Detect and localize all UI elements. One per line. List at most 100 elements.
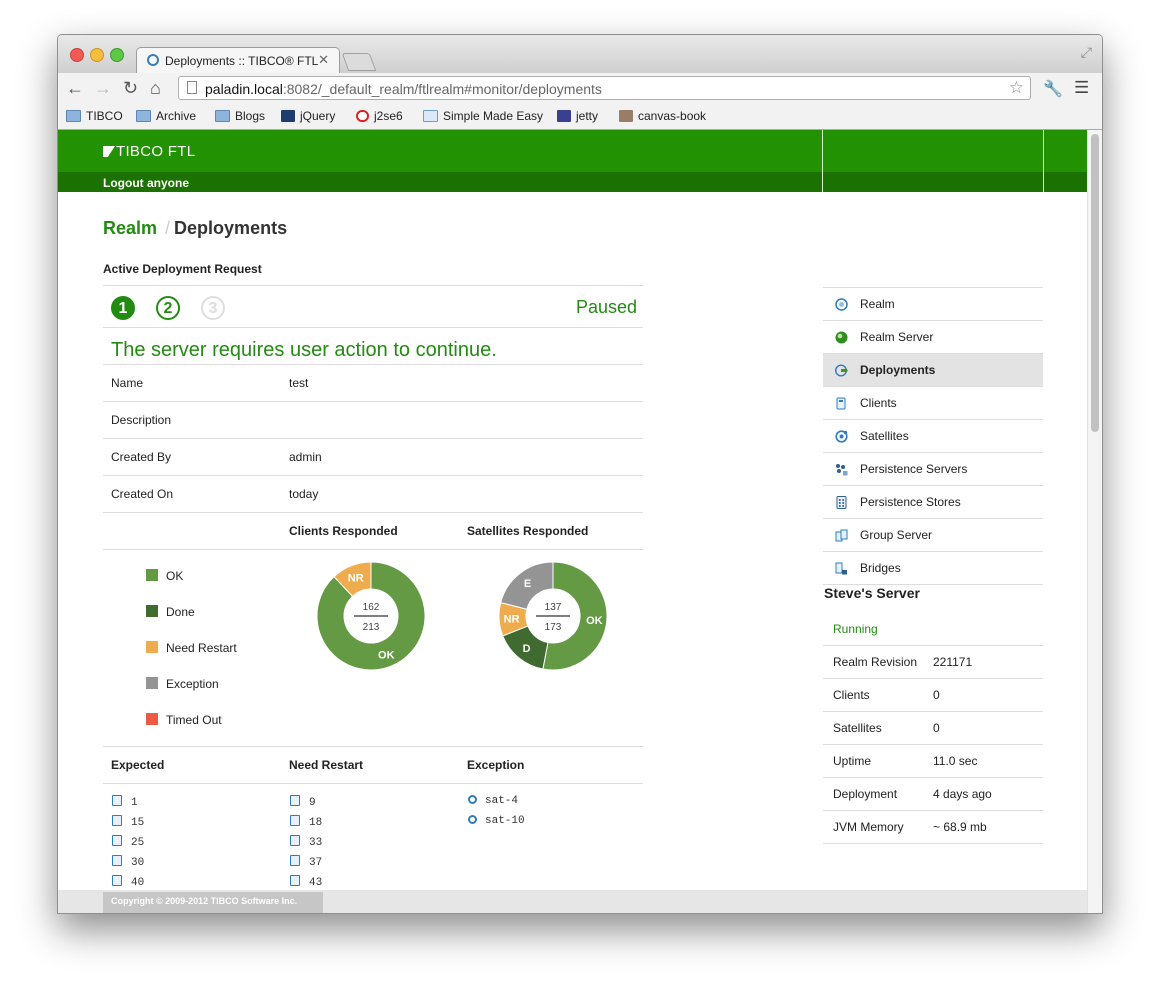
legend-label-ok: OK	[166, 569, 184, 583]
sidebar-item-bridges[interactable]: Bridges	[823, 552, 1043, 584]
scrollbar-thumb[interactable]	[1091, 134, 1099, 432]
page-footer: Copyright © 2009-2012 TIBCO Software Inc…	[58, 890, 1087, 913]
sidebar-item-deployments[interactable]: Deployments	[823, 354, 1043, 386]
server-value-clients: 0	[933, 688, 940, 702]
bookmark-j2se6[interactable]: j2se6	[356, 109, 403, 123]
back-icon[interactable]: ←	[66, 78, 84, 98]
satellite-icon	[468, 815, 477, 824]
bookmark-tibco[interactable]: TIBCO	[66, 109, 123, 123]
forward-icon[interactable]: →	[94, 78, 112, 98]
divider	[103, 746, 643, 747]
browser-tab[interactable]: Deployments :: TIBCO® FTL ✕	[136, 47, 340, 74]
satellites-icon	[835, 430, 848, 443]
legend-swatch-need-restart	[146, 641, 158, 653]
donut-slice-label-e: E	[524, 578, 531, 590]
canvas-book-icon	[619, 110, 633, 122]
sidebar-item-label: Realm	[860, 297, 895, 311]
close-window-button[interactable]	[70, 48, 84, 62]
folder-icon	[136, 110, 151, 122]
legend-label-done: Done	[166, 605, 195, 619]
bookmark-star-icon[interactable]: ☆	[1009, 78, 1024, 98]
reload-icon[interactable]: ↻	[123, 78, 138, 98]
server-title: Steve's Server	[824, 585, 920, 601]
sidebar-item-group-server[interactable]: Group Server	[823, 519, 1043, 551]
bookmark-jquery[interactable]: jQuery	[281, 109, 335, 123]
copyright-box: Copyright © 2009-2012 TIBCO Software Inc…	[103, 892, 323, 913]
vertical-scrollbar[interactable]	[1087, 130, 1102, 913]
server-label-uptime: Uptime	[833, 754, 872, 768]
bookmark-blogs[interactable]: Blogs	[215, 109, 265, 123]
expected-client-item[interactable]: 1	[112, 795, 138, 809]
action-message: The server requires user action to conti…	[111, 339, 497, 361]
header-divider	[1043, 130, 1044, 192]
bookmark-canvas-book[interactable]: canvas-book	[619, 109, 706, 123]
sidebar-item-label: Deployments	[860, 363, 936, 377]
server-label-clients: Clients	[833, 688, 870, 702]
url-text: paladin.local:8082/_default_realm/ftlrea…	[205, 81, 602, 97]
need-restart-client-item[interactable]: 33	[290, 835, 322, 849]
tab-title: Deployments :: TIBCO® FTL	[165, 54, 319, 68]
exception-satellite-item[interactable]: sat-4	[468, 795, 518, 807]
fullscreen-icon[interactable]: ⤢	[1081, 44, 1092, 61]
donut-slice-label-nr: NR	[504, 614, 520, 626]
folder-icon	[215, 110, 230, 122]
close-tab-icon[interactable]: ✕	[318, 52, 329, 68]
server-status: Running	[833, 622, 878, 636]
client-icon	[112, 875, 122, 886]
divider	[103, 512, 643, 513]
sidebar-item-clients[interactable]: Clients	[823, 387, 1043, 419]
exception-satellite-item[interactable]: sat-10	[468, 815, 525, 827]
address-bar[interactable]: paladin.local:8082/_default_realm/ftlrea…	[178, 76, 1031, 100]
logout-link[interactable]: Logout anyone	[103, 176, 189, 190]
breadcrumb-separator: /	[165, 218, 171, 238]
expected-client-item[interactable]: 25	[112, 835, 144, 849]
tab-strip: Deployments :: TIBCO® FTL ✕ ⤢	[58, 35, 1102, 74]
minimize-window-button[interactable]	[90, 48, 104, 62]
field-label-created-on: Created On	[111, 487, 174, 501]
app-header	[58, 130, 1087, 172]
wrench-icon[interactable]: 🔧	[1043, 79, 1063, 99]
server-label-satellites: Satellites	[833, 721, 882, 735]
client-icon	[290, 855, 300, 866]
legend-label-exception: Exception	[166, 677, 219, 691]
sidebar-item-realm[interactable]: Realm	[823, 288, 1043, 320]
bookmark-jetty[interactable]: jetty	[557, 109, 598, 123]
bookmark-simple-made-easy[interactable]: Simple Made Easy	[423, 109, 543, 123]
divider	[103, 549, 643, 550]
realm-server-icon	[835, 331, 848, 344]
breadcrumb-realm-link[interactable]: Realm	[103, 218, 157, 238]
expected-client-item[interactable]: 40	[112, 875, 144, 889]
sidebar-item-persistence-stores[interactable]: Persistence Stores	[823, 486, 1043, 518]
server-value-satellites: 0	[933, 721, 940, 735]
deployment-status: Paused	[576, 297, 638, 317]
expected-client-item[interactable]: 15	[112, 815, 144, 829]
sidebar-item-persistence-servers[interactable]: Persistence Servers	[823, 453, 1043, 485]
client-icon	[112, 815, 122, 826]
divider	[823, 744, 1043, 745]
menu-icon[interactable]: ☰	[1074, 78, 1089, 98]
need-restart-client-item[interactable]: 43	[290, 875, 322, 889]
server-label-realm-revision: Realm Revision	[833, 655, 918, 669]
new-tab-button[interactable]	[341, 53, 377, 71]
persistence-servers-icon	[836, 464, 848, 476]
divider	[823, 777, 1043, 778]
sidebar-item-satellites[interactable]: Satellites	[823, 420, 1043, 452]
need-restart-client-item[interactable]: 18	[290, 815, 322, 829]
expected-heading: Expected	[111, 758, 165, 772]
donut-center-responded: 162	[363, 602, 380, 613]
legend-label-need-restart: Need Restart	[166, 641, 237, 655]
legend-swatch-timed-out	[146, 713, 158, 725]
app-subheader	[58, 172, 1087, 192]
section-title: Active Deployment Request	[103, 262, 262, 276]
zoom-window-button[interactable]	[110, 48, 124, 62]
divider	[103, 327, 643, 328]
home-icon[interactable]: ⌂	[150, 78, 161, 98]
need-restart-client-item[interactable]: 9	[290, 795, 316, 809]
persistence-stores-icon	[836, 496, 847, 509]
need-restart-client-item[interactable]: 37	[290, 855, 322, 869]
bookmark-archive[interactable]: Archive	[136, 109, 196, 123]
sidebar-item-realm-server[interactable]: Realm Server	[823, 321, 1043, 353]
expected-client-item[interactable]: 30	[112, 855, 144, 869]
divider	[823, 810, 1043, 811]
field-label-name: Name	[111, 376, 144, 390]
